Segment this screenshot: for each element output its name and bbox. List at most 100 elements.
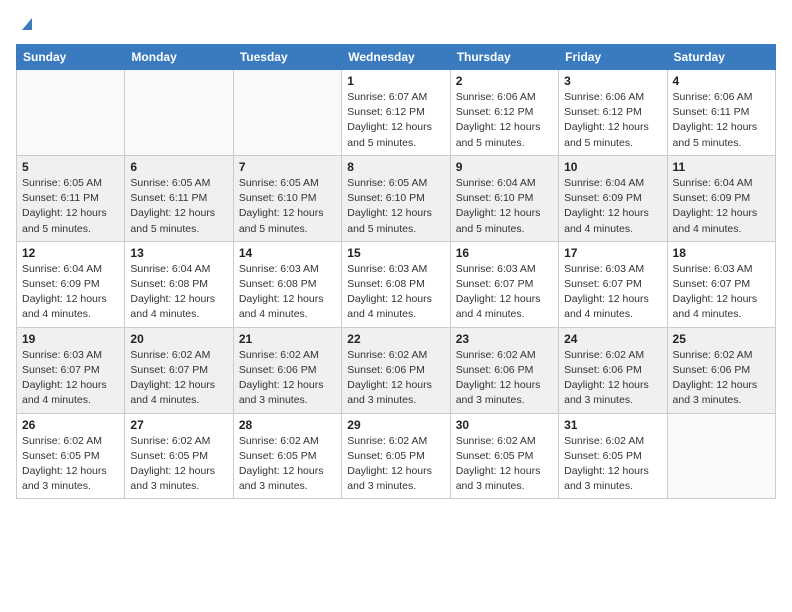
calendar-cell: 3 Sunrise: 6:06 AMSunset: 6:12 PMDaylight… [559,70,667,156]
calendar: SundayMondayTuesdayWednesdayThursdayFrid… [16,44,776,499]
day-info: Sunrise: 6:06 AMSunset: 6:12 PMDaylight:… [456,90,553,151]
calendar-cell: 29Sunrise: 6:02 AMSunset: 6:05 PMDayligh… [342,413,450,499]
day-info: Sunrise: 6:02 AMSunset: 6:07 PMDaylight:… [130,348,227,409]
weekday-header: Friday [559,45,667,70]
calendar-cell: 31 Sunrise: 6:02 AMSunset: 6:05 PMDayligh… [559,413,667,499]
calendar-cell: 30 Sunrise: 6:02 AMSunset: 6:05 PMDayligh… [450,413,558,499]
calendar-cell: 26 Sunrise: 6:02 AMSunset: 6:05 PMDayligh… [17,413,125,499]
day-number: 14 [239,246,336,260]
day-number: 22 [347,332,444,346]
day-info: Sunrise: 6:03 AMSunset: 6:08 PMDaylight:… [239,262,336,323]
day-number: 18 [673,246,770,260]
day-number: 17 [564,246,661,260]
day-number: 10 [564,160,661,174]
day-number: 19 [22,332,119,346]
day-info: Sunrise: 6:02 AMSunset: 6:05 PMDaylight:… [456,434,553,495]
day-info: Sunrise: 6:04 AMSunset: 6:09 PMDaylight:… [22,262,119,323]
day-info: Sunrise: 6:04 AMSunset: 6:08 PMDaylight:… [130,262,227,323]
day-info: Sunrise: 6:06 AMSunset: 6:12 PMDaylight:… [564,90,661,151]
calendar-cell [17,70,125,156]
day-number: 2 [456,74,553,88]
day-info: Sunrise: 6:02 AMSunset: 6:06 PMDaylight:… [673,348,770,409]
day-info: Sunrise: 6:05 AMSunset: 6:10 PMDaylight:… [239,176,336,237]
calendar-cell: 16Sunrise: 6:03 AMSunset: 6:07 PMDayligh… [450,241,558,327]
day-info: Sunrise: 6:02 AMSunset: 6:05 PMDaylight:… [239,434,336,495]
day-info: Sunrise: 6:04 AMSunset: 6:10 PMDaylight:… [456,176,553,237]
calendar-cell: 15 Sunrise: 6:03 AMSunset: 6:08 PMDayligh… [342,241,450,327]
day-number: 16 [456,246,553,260]
day-number: 30 [456,418,553,432]
day-info: Sunrise: 6:02 AMSunset: 6:06 PMDaylight:… [564,348,661,409]
logo [16,16,36,32]
day-info: Sunrise: 6:04 AMSunset: 6:09 PMDaylight:… [673,176,770,237]
day-info: Sunrise: 6:03 AMSunset: 6:07 PMDaylight:… [564,262,661,323]
day-number: 15 [347,246,444,260]
day-number: 13 [130,246,227,260]
day-number: 4 [673,74,770,88]
day-info: Sunrise: 6:06 AMSunset: 6:11 PMDaylight:… [673,90,770,151]
day-info: Sunrise: 6:05 AMSunset: 6:11 PMDaylight:… [22,176,119,237]
logo-icon [18,14,36,32]
day-number: 20 [130,332,227,346]
day-info: Sunrise: 6:02 AMSunset: 6:06 PMDaylight:… [239,348,336,409]
header [16,16,776,32]
day-info: Sunrise: 6:05 AMSunset: 6:10 PMDaylight:… [347,176,444,237]
calendar-cell: 17 Sunrise: 6:03 AMSunset: 6:07 PMDayligh… [559,241,667,327]
day-number: 6 [130,160,227,174]
day-info: Sunrise: 6:03 AMSunset: 6:08 PMDaylight:… [347,262,444,323]
calendar-cell: 8 Sunrise: 6:05 AMSunset: 6:10 PMDaylight… [342,155,450,241]
calendar-cell: 23Sunrise: 6:02 AMSunset: 6:06 PMDayligh… [450,327,558,413]
calendar-cell: 9Sunrise: 6:04 AMSunset: 6:10 PMDaylight… [450,155,558,241]
calendar-cell: 19 Sunrise: 6:03 AMSunset: 6:07 PMDayligh… [17,327,125,413]
day-info: Sunrise: 6:02 AMSunset: 6:05 PMDaylight:… [22,434,119,495]
day-number: 12 [22,246,119,260]
calendar-cell [667,413,775,499]
day-number: 7 [239,160,336,174]
calendar-cell [233,70,341,156]
day-number: 8 [347,160,444,174]
day-number: 24 [564,332,661,346]
calendar-cell: 28 Sunrise: 6:02 AMSunset: 6:05 PMDayligh… [233,413,341,499]
day-info: Sunrise: 6:03 AMSunset: 6:07 PMDaylight:… [22,348,119,409]
calendar-cell: 27 Sunrise: 6:02 AMSunset: 6:05 PMDayligh… [125,413,233,499]
day-info: Sunrise: 6:05 AMSunset: 6:11 PMDaylight:… [130,176,227,237]
calendar-week-row: 26 Sunrise: 6:02 AMSunset: 6:05 PMDayligh… [17,413,776,499]
day-number: 3 [564,74,661,88]
weekday-header: Wednesday [342,45,450,70]
calendar-cell: 21 Sunrise: 6:02 AMSunset: 6:06 PMDayligh… [233,327,341,413]
day-number: 21 [239,332,336,346]
day-number: 25 [673,332,770,346]
calendar-cell: 5 Sunrise: 6:05 AMSunset: 6:11 PMDaylight… [17,155,125,241]
calendar-cell: 7 Sunrise: 6:05 AMSunset: 6:10 PMDaylight… [233,155,341,241]
calendar-cell: 10 Sunrise: 6:04 AMSunset: 6:09 PMDayligh… [559,155,667,241]
day-info: Sunrise: 6:02 AMSunset: 6:05 PMDaylight:… [130,434,227,495]
calendar-cell: 1Sunrise: 6:07 AMSunset: 6:12 PMDaylight… [342,70,450,156]
calendar-week-row: 12 Sunrise: 6:04 AMSunset: 6:09 PMDayligh… [17,241,776,327]
calendar-cell: 6 Sunrise: 6:05 AMSunset: 6:11 PMDaylight… [125,155,233,241]
calendar-cell: 24 Sunrise: 6:02 AMSunset: 6:06 PMDayligh… [559,327,667,413]
weekday-header: Saturday [667,45,775,70]
weekday-header: Monday [125,45,233,70]
day-number: 28 [239,418,336,432]
calendar-cell: 18 Sunrise: 6:03 AMSunset: 6:07 PMDayligh… [667,241,775,327]
day-info: Sunrise: 6:04 AMSunset: 6:09 PMDaylight:… [564,176,661,237]
day-number: 5 [22,160,119,174]
calendar-cell: 25 Sunrise: 6:02 AMSunset: 6:06 PMDayligh… [667,327,775,413]
calendar-week-row: 19 Sunrise: 6:03 AMSunset: 6:07 PMDayligh… [17,327,776,413]
calendar-cell: 12 Sunrise: 6:04 AMSunset: 6:09 PMDayligh… [17,241,125,327]
calendar-cell: 13 Sunrise: 6:04 AMSunset: 6:08 PMDayligh… [125,241,233,327]
day-info: Sunrise: 6:03 AMSunset: 6:07 PMDaylight:… [673,262,770,323]
weekday-header: Tuesday [233,45,341,70]
calendar-week-row: 5 Sunrise: 6:05 AMSunset: 6:11 PMDaylight… [17,155,776,241]
calendar-cell: 20 Sunrise: 6:02 AMSunset: 6:07 PMDayligh… [125,327,233,413]
calendar-week-row: 1Sunrise: 6:07 AMSunset: 6:12 PMDaylight… [17,70,776,156]
day-number: 31 [564,418,661,432]
calendar-cell: 11Sunrise: 6:04 AMSunset: 6:09 PMDayligh… [667,155,775,241]
day-number: 26 [22,418,119,432]
calendar-cell: 14 Sunrise: 6:03 AMSunset: 6:08 PMDayligh… [233,241,341,327]
day-info: Sunrise: 6:02 AMSunset: 6:06 PMDaylight:… [456,348,553,409]
day-number: 1 [347,74,444,88]
calendar-header-row: SundayMondayTuesdayWednesdayThursdayFrid… [17,45,776,70]
day-info: Sunrise: 6:02 AMSunset: 6:05 PMDaylight:… [564,434,661,495]
day-number: 27 [130,418,227,432]
